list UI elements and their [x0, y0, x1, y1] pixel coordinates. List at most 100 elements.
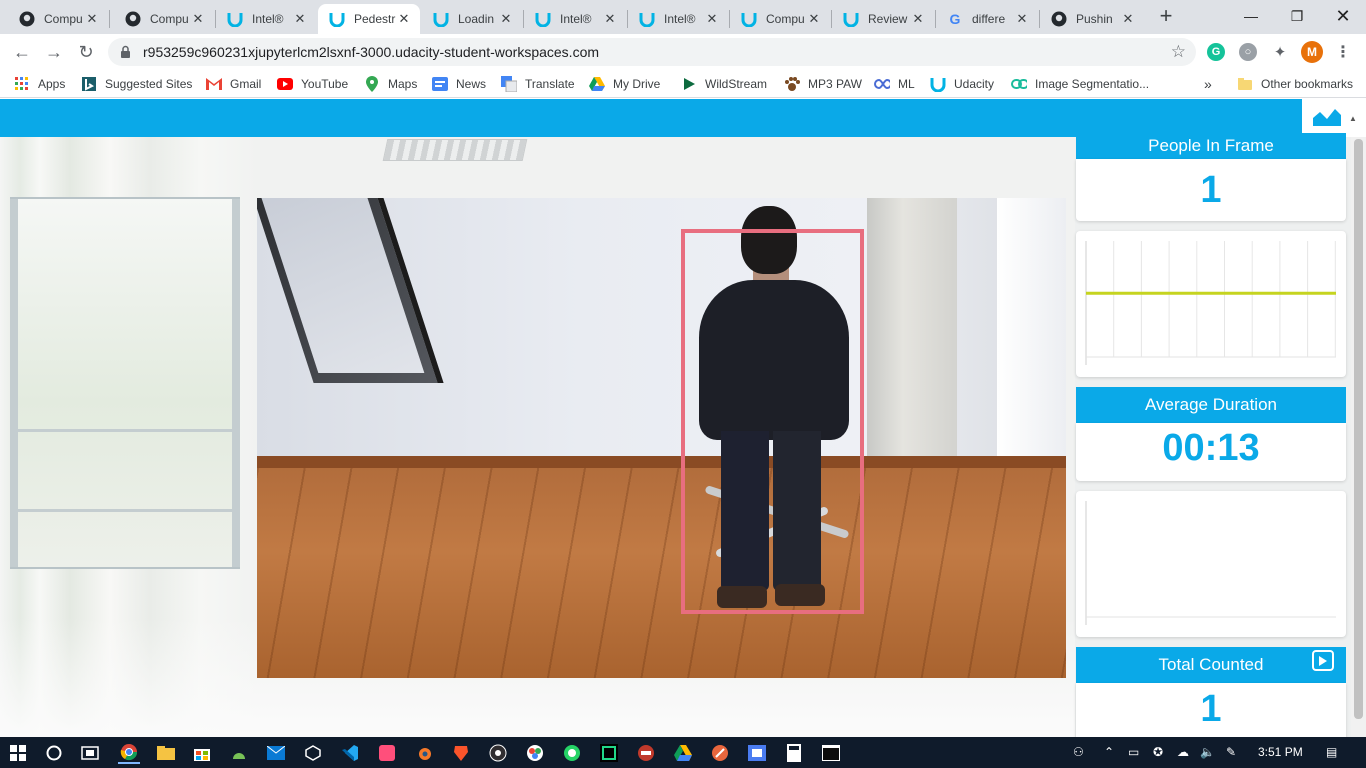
tab-close-icon[interactable]: ✕ — [806, 11, 822, 27]
tab-title: Intel® — [252, 12, 284, 26]
pen-icon[interactable]: ✎ — [1226, 745, 1236, 759]
tab-close-icon[interactable]: ✕ — [910, 11, 926, 27]
address-bar[interactable]: r953259c960231xjupyterlcm2lsxnf-3000.uda… — [108, 38, 1196, 66]
total-counted-card: 1 — [1076, 683, 1346, 737]
play-icon[interactable] — [1312, 650, 1334, 671]
volume-icon[interactable]: 🔈 — [1200, 745, 1215, 759]
tab-close-icon[interactable]: ✕ — [1014, 11, 1030, 27]
menu-kebab-icon[interactable]: ⋮ — [1334, 43, 1352, 61]
tab-close-icon[interactable]: ✕ — [498, 11, 514, 27]
tab-close-icon[interactable]: ✕ — [292, 11, 308, 27]
tab-close-icon[interactable]: ✕ — [1120, 11, 1136, 27]
battery-icon[interactable]: ▭ — [1128, 745, 1139, 759]
bookmark-item[interactable]: Suggested Sites — [81, 76, 192, 92]
bookmark-item[interactable]: Apps — [14, 76, 65, 92]
infinity-icon — [874, 76, 890, 92]
onedrive-icon[interactable]: ☁ — [1177, 745, 1189, 759]
browser-tab[interactable]: Loadin ✕ — [422, 4, 522, 34]
whatsapp-icon[interactable] — [561, 742, 583, 764]
tab-close-icon[interactable]: ✕ — [190, 11, 206, 27]
tab-title: Compu — [766, 12, 805, 26]
github-icon — [1050, 10, 1068, 28]
new-tab-button[interactable]: + — [1155, 5, 1177, 28]
close-window-icon[interactable]: ✕ — [1320, 0, 1366, 32]
brave-icon[interactable] — [450, 742, 472, 764]
forward-icon[interactable]: → — [42, 40, 66, 64]
scrollbar-thumb[interactable] — [1354, 139, 1363, 719]
blender-icon[interactable] — [413, 742, 435, 764]
back-icon[interactable]: ← — [10, 40, 34, 64]
bookmark-item[interactable]: News — [432, 76, 486, 92]
url-text[interactable]: r953259c960231xjupyterlcm2lsxnf-3000.uda… — [143, 44, 599, 60]
tab-close-icon[interactable]: ✕ — [84, 11, 100, 27]
udacity-icon — [638, 10, 656, 28]
browser-tab[interactable]: Pedestr ✕ — [318, 4, 420, 34]
browser-tab[interactable]: Intel® ✕ — [216, 4, 316, 34]
minimize-icon[interactable]: — — [1228, 0, 1274, 32]
more-bookmarks-chevron[interactable]: » — [1204, 76, 1212, 92]
browser-tab[interactable]: Gdiffere ✕ — [936, 4, 1038, 34]
app-pink-icon[interactable] — [376, 742, 398, 764]
profile-avatar[interactable]: M — [1301, 41, 1323, 63]
mail-icon[interactable] — [265, 742, 287, 764]
terminal-icon[interactable] — [820, 742, 842, 764]
browser-tab[interactable]: Intel® ✕ — [524, 4, 626, 34]
bookmark-item[interactable]: ML — [874, 76, 915, 92]
bookmark-item[interactable]: Image Segmentatio... — [1011, 76, 1149, 92]
browser-tab[interactable]: Compu ✕ — [114, 4, 214, 34]
browser-tab[interactable]: Compu ✕ — [8, 4, 108, 34]
people-icon[interactable]: ⚇ — [1073, 745, 1084, 759]
browser-tab[interactable]: Pushin ✕ — [1040, 4, 1144, 34]
taskbar-clock[interactable]: 3:51 PM — [1258, 745, 1303, 759]
link-icon — [1011, 76, 1027, 92]
git-client-icon[interactable] — [709, 742, 731, 764]
restore-icon[interactable]: ❐ — [1274, 0, 1320, 32]
bookmark-item[interactable]: Gmail — [206, 76, 261, 92]
bookmark-item[interactable]: Udacity — [930, 76, 994, 92]
bookmark-item[interactable]: WildStream — [681, 76, 767, 92]
bookmark-item[interactable]: YouTube — [277, 76, 348, 92]
bookmark-item[interactable]: MP3 PAW — [784, 76, 862, 92]
vscode-icon[interactable] — [339, 742, 361, 764]
notifications-icon[interactable]: ▤ — [1326, 745, 1337, 759]
pycharm-icon[interactable] — [598, 742, 620, 764]
obs-icon[interactable] — [487, 742, 509, 764]
people-in-frame-chart — [1076, 231, 1346, 377]
bookmarks-bar: Apps Suggested Sites Gmail YouTube Maps News T… — [0, 70, 1366, 98]
drive-icon — [589, 76, 605, 92]
extension-compass-icon[interactable]: ○ — [1239, 43, 1257, 61]
page-scrollbar[interactable] — [1351, 137, 1366, 737]
android-studio-icon[interactable] — [228, 742, 250, 764]
store-icon[interactable] — [191, 742, 213, 764]
lock-icon[interactable] — [120, 45, 131, 62]
reload-icon[interactable]: ↻ — [74, 40, 98, 64]
unity-icon[interactable] — [302, 742, 324, 764]
search-circle-icon[interactable] — [43, 742, 65, 764]
other-bookmarks[interactable]: Other bookmarks — [1237, 76, 1353, 92]
people-in-frame-header: People In Frame — [1076, 133, 1346, 159]
file-explorer-icon[interactable] — [155, 742, 177, 764]
browser-tab[interactable]: Compu ✕ — [730, 4, 830, 34]
extensions-puzzle-icon[interactable]: ✦ — [1271, 43, 1289, 61]
stats-toggle[interactable]: ▲ — [1302, 99, 1366, 137]
word-doc-icon[interactable] — [746, 742, 768, 764]
windows-start-icon[interactable] — [7, 742, 29, 764]
wifi-icon[interactable]: ✪ — [1153, 745, 1163, 759]
tab-close-icon[interactable]: ✕ — [602, 11, 618, 27]
calculator-icon[interactable] — [783, 742, 805, 764]
tray-chevron-icon[interactable]: ⌃ — [1104, 745, 1114, 759]
bookmark-item[interactable]: Translate — [501, 76, 575, 92]
task-view-icon[interactable] — [79, 742, 101, 764]
bookmark-item[interactable]: My Drive — [589, 76, 660, 92]
bookmark-star-icon[interactable]: ☆ — [1171, 42, 1186, 62]
game-app-icon[interactable] — [635, 742, 657, 764]
chrome-taskbar-icon[interactable] — [118, 742, 140, 764]
colorful-app-icon[interactable] — [524, 742, 546, 764]
grammarly-icon[interactable]: G — [1207, 43, 1225, 61]
google-drive-icon[interactable] — [672, 742, 694, 764]
browser-tab[interactable]: Review ✕ — [832, 4, 934, 34]
bookmark-item[interactable]: Maps — [364, 76, 417, 92]
tab-close-icon[interactable]: ✕ — [704, 11, 720, 27]
browser-tab[interactable]: Intel® ✕ — [628, 4, 728, 34]
tab-close-icon[interactable]: ✕ — [396, 11, 412, 27]
